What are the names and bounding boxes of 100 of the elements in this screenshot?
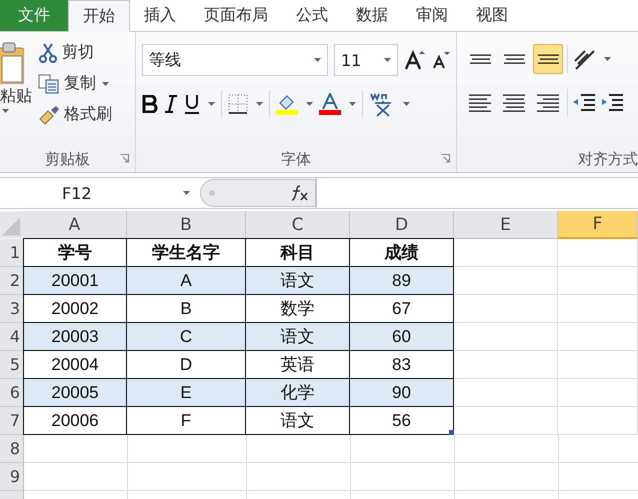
table-cell[interactable]: 学号: [23, 238, 127, 267]
row-header[interactable]: 5: [0, 351, 24, 379]
table-cell[interactable]: [351, 435, 455, 463]
table-cell[interactable]: 化学: [246, 379, 350, 407]
table-cell[interactable]: [128, 463, 247, 491]
table-cell[interactable]: 语文: [246, 267, 350, 295]
fill-handle[interactable]: [449, 430, 454, 435]
ribbon-tab[interactable]: 视图: [462, 0, 522, 31]
ribbon-tab[interactable]: 公式: [282, 0, 342, 31]
table-cell[interactable]: [454, 351, 558, 379]
table-cell[interactable]: [247, 435, 351, 463]
align-icon: [469, 54, 491, 64]
cut-button[interactable]: 剪切: [38, 42, 112, 63]
table-cell[interactable]: [454, 295, 558, 323]
caret-icon: [2, 109, 9, 113]
table-cell[interactable]: [558, 323, 638, 351]
scissors-icon: [38, 42, 58, 62]
group-label: 对齐方式: [578, 150, 638, 168]
clipboard-icon[interactable]: [0, 40, 24, 84]
caret-icon: [403, 102, 410, 106]
table-cell[interactable]: 90: [350, 379, 454, 407]
table-cell[interactable]: C: [127, 323, 246, 351]
table-cell[interactable]: 20005: [23, 379, 127, 407]
decrease-indent-icon[interactable]: [572, 92, 596, 114]
table-cell[interactable]: 学生名字: [127, 238, 246, 267]
column-header[interactable]: D: [350, 211, 454, 239]
increase-indent-icon[interactable]: [600, 92, 624, 114]
table-cell[interactable]: [558, 239, 638, 267]
resize-handle-icon[interactable]: [209, 190, 215, 196]
table-cell[interactable]: [128, 435, 247, 463]
table-cell[interactable]: [24, 435, 128, 463]
table-cell[interactable]: [455, 463, 559, 491]
dialog-launcher-icon[interactable]: [441, 154, 450, 163]
table-cell[interactable]: [247, 463, 351, 491]
table-cell[interactable]: 20006: [23, 407, 127, 435]
borders-icon[interactable]: [228, 94, 248, 114]
table-cell[interactable]: 20003: [23, 323, 127, 351]
table-cell[interactable]: 89: [350, 267, 454, 295]
caret-icon: [349, 102, 356, 106]
table-cell[interactable]: [454, 323, 558, 351]
row-header[interactable]: 4: [0, 323, 24, 351]
table-cell[interactable]: F: [127, 407, 246, 435]
caret-icon: [256, 102, 263, 106]
font-size-field[interactable]: 11: [334, 44, 398, 76]
table-cell[interactable]: [558, 379, 638, 407]
table-cell[interactable]: [558, 407, 638, 435]
bold-icon[interactable]: [142, 95, 158, 113]
table-cell[interactable]: E: [127, 379, 246, 407]
table-cell[interactable]: [24, 463, 128, 491]
table-cell[interactable]: 语文: [246, 407, 350, 435]
row-header[interactable]: 1: [0, 239, 24, 267]
table-cell[interactable]: [558, 267, 638, 295]
table-cell[interactable]: 60: [350, 323, 454, 351]
file-tab[interactable]: 文件: [0, 0, 68, 31]
table-cell[interactable]: 语文: [246, 323, 350, 351]
name-box[interactable]: F12: [0, 184, 200, 202]
group-label: 字体: [281, 150, 311, 168]
ribbon-tab[interactable]: 审阅: [402, 0, 462, 31]
function-icon[interactable]: [291, 185, 309, 201]
table-cell[interactable]: [455, 435, 559, 463]
underline-icon[interactable]: [184, 94, 200, 114]
row-header[interactable]: 8: [0, 435, 24, 463]
table-cell[interactable]: [558, 295, 638, 323]
dialog-launcher-icon[interactable]: [120, 154, 129, 163]
paste-button[interactable]: 粘贴: [0, 86, 32, 107]
column-header[interactable]: F: [558, 211, 638, 239]
fill-color-icon[interactable]: [276, 93, 298, 115]
table-cell[interactable]: [351, 463, 455, 491]
column-header[interactable]: A: [23, 211, 127, 239]
painter-button[interactable]: 格式刷: [38, 104, 112, 125]
table-cell[interactable]: 20001: [23, 267, 127, 295]
column-header[interactable]: B: [127, 211, 246, 239]
ribbon-tab[interactable]: 页面布局: [190, 0, 282, 31]
row-header[interactable]: 9: [0, 463, 24, 491]
caret-icon: [384, 58, 391, 62]
table-cell[interactable]: [558, 351, 638, 379]
table-cell[interactable]: [454, 239, 558, 267]
row-header[interactable]: 7: [0, 407, 24, 435]
table-cell[interactable]: [454, 379, 558, 407]
row-header[interactable]: 6: [0, 379, 24, 407]
italic-icon[interactable]: [164, 95, 178, 113]
shrink-font-icon[interactable]: [432, 51, 450, 69]
ribbon-tab[interactable]: 开始: [68, 0, 130, 32]
table-cell[interactable]: 56: [350, 407, 454, 435]
table-cell[interactable]: [454, 407, 558, 435]
column-header[interactable]: C: [246, 211, 350, 239]
ribbon-tab[interactable]: 数据: [342, 0, 402, 31]
table-cell[interactable]: [454, 267, 558, 295]
ribbon-tab[interactable]: 插入: [130, 0, 190, 31]
column-header[interactable]: E: [454, 211, 558, 239]
row-header[interactable]: 3: [0, 295, 24, 323]
caret-icon: [306, 102, 313, 106]
align-button[interactable]: [533, 44, 563, 74]
select-all-icon[interactable]: [0, 211, 23, 239]
table-cell[interactable]: A: [127, 267, 246, 295]
row-header[interactable]: 2: [0, 267, 24, 295]
grow-font-icon[interactable]: [404, 50, 426, 70]
font-color-icon[interactable]: [319, 93, 341, 115]
copy-button[interactable]: 复制: [38, 73, 112, 94]
font-name-field[interactable]: 等线: [142, 44, 328, 76]
